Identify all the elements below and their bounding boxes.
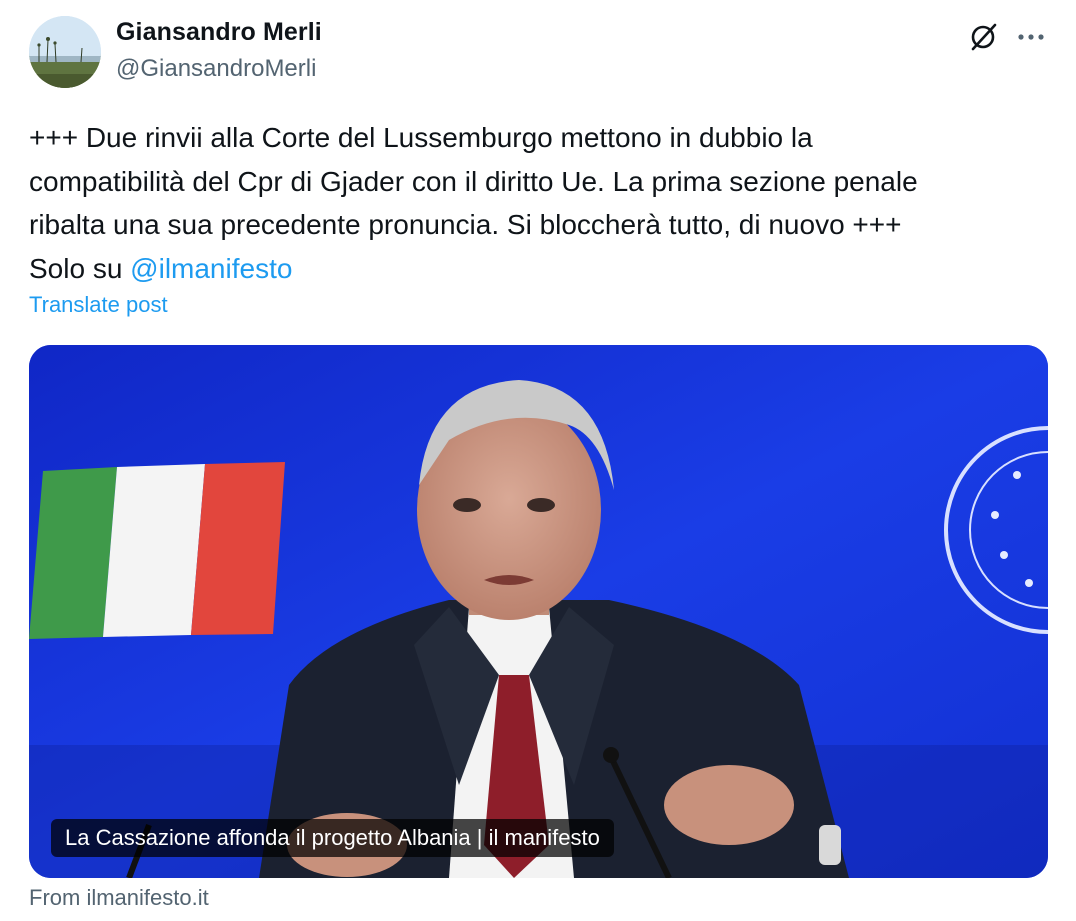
link-card-caption: La Cassazione affonda il progetto Albani… bbox=[51, 819, 614, 857]
link-source-domain[interactable]: From ilmanifesto.it bbox=[29, 885, 209, 911]
grok-button[interactable] bbox=[966, 20, 1000, 54]
post-text-line: +++ Due rinvii alla Corte del Lussemburg… bbox=[29, 122, 813, 153]
post-text-line: ribalta una sua precedente pronuncia. Si… bbox=[29, 209, 902, 240]
post-text-line: compatibilità del Cpr di Gjader con il d… bbox=[29, 165, 918, 197]
card-image bbox=[29, 345, 1048, 878]
link-preview-card[interactable]: La Cassazione affonda il progetto Albani… bbox=[29, 345, 1048, 878]
mention-link[interactable]: @ilmanifesto bbox=[130, 253, 292, 284]
author-avatar[interactable] bbox=[29, 16, 101, 88]
post-text-line: Solo su @ilmanifesto bbox=[29, 247, 1039, 291]
more-options-button[interactable] bbox=[1012, 20, 1050, 54]
author-display-name[interactable]: Giansandro Merli bbox=[116, 18, 322, 47]
post-text: +++ Due rinvii alla Corte del Lussemburg… bbox=[29, 116, 1039, 290]
more-options-icon bbox=[1018, 34, 1044, 40]
avatar-photo-landscape bbox=[29, 16, 101, 88]
author-handle[interactable]: @GiansandroMerli bbox=[116, 55, 316, 83]
translate-post-link[interactable]: Translate post bbox=[29, 292, 168, 318]
grok-icon bbox=[971, 23, 997, 51]
post-text-prefix: Solo su bbox=[29, 252, 131, 284]
italian-flag-image bbox=[29, 462, 285, 639]
